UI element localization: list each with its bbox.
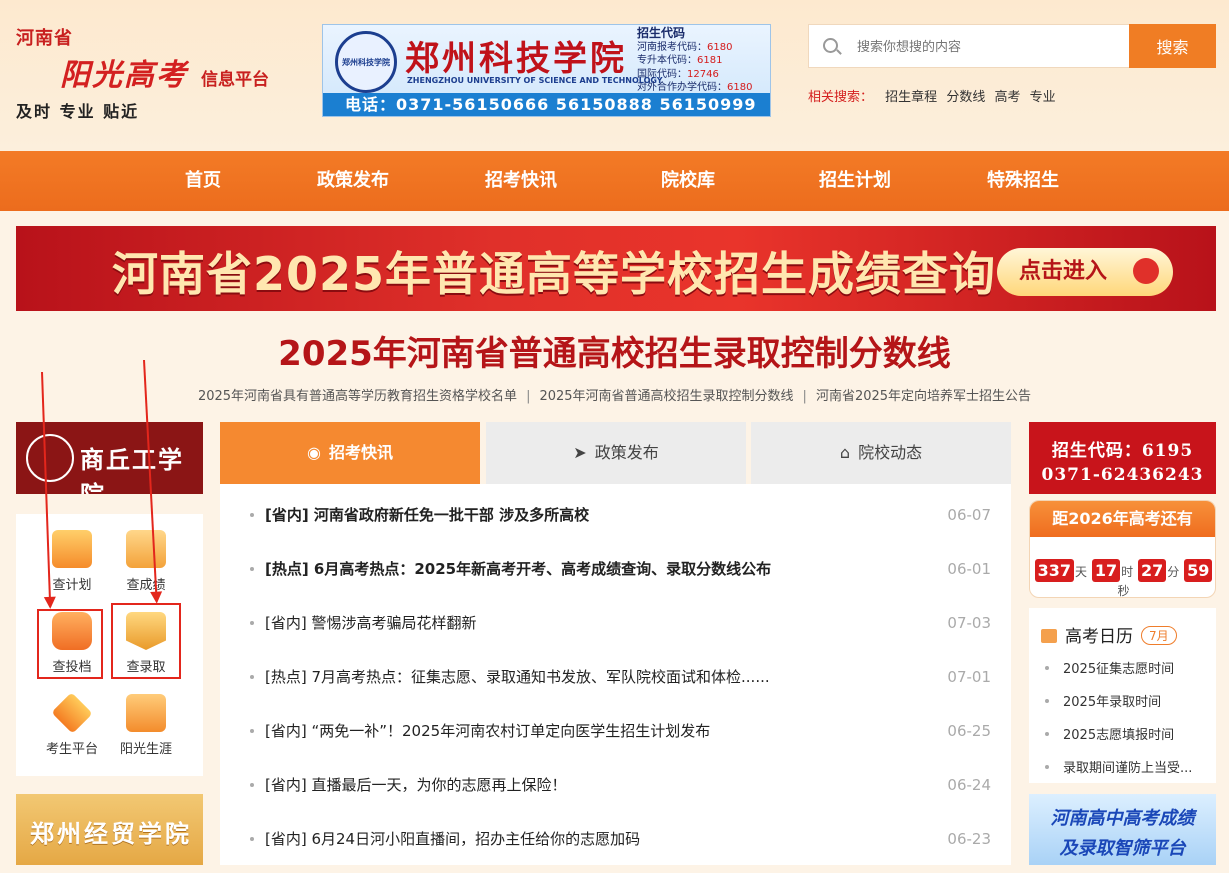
calendar-item[interactable]: 2025志愿填报时间	[1045, 724, 1215, 743]
ad-code-row: 专升本代码：6181	[637, 55, 723, 66]
site-logo[interactable]: 河南省 阳光高考 信息平台 及时 专业 贴近	[16, 20, 296, 130]
ad-codes-title: 招生代码	[637, 26, 686, 40]
list-item[interactable]: [热点] 7月高考热点：征集志愿、录取通知书发放、军队院校面试和体检......…	[220, 650, 1011, 704]
nav-item-policy[interactable]: 政策发布	[303, 151, 403, 211]
ad-zzjm-name: 郑州经贸学院	[30, 819, 192, 848]
score-icon	[126, 530, 166, 568]
tool-sunshine-career[interactable]: 阳光生涯	[109, 684, 183, 757]
related-keyword[interactable]: 高考	[994, 90, 1020, 105]
ad-school-english: ZHENGZHOU UNIVERSITY OF SCIENCE AND TECH…	[407, 76, 663, 85]
pointer-hand-icon	[1133, 258, 1159, 284]
location-icon: ◉	[307, 443, 321, 462]
countdown-seconds: 59	[1184, 559, 1213, 582]
tool-check-score[interactable]: 查成绩	[109, 520, 183, 593]
ad-code-line: 招生代码：6195	[1051, 441, 1194, 461]
bullet-icon	[250, 675, 254, 679]
list-item[interactable]: [省内] 直播最后一天，为你的志愿再上保险！ 06-24	[220, 758, 1011, 812]
banner-text: 河南省2025年普通高等学校招生成绩查询	[112, 247, 997, 301]
nav-item-plan[interactable]: 招生计划	[805, 151, 905, 211]
ad-banner-zzust[interactable]: 郑州科技学院 郑州科技学院 ZHENGZHOU UNIVERSITY OF SC…	[322, 24, 771, 117]
ad-sqit-name: 商丘工学院	[80, 445, 184, 494]
ad-code-row: 国际代码：12746	[637, 68, 719, 80]
logo-province: 河南省	[16, 28, 73, 49]
nav-item-colleges[interactable]: 院校库	[648, 151, 728, 211]
nav-item-news[interactable]: 招考快讯	[471, 151, 571, 211]
ad-school-name: 郑州科技学院	[405, 39, 627, 79]
news-list: [省内] 河南省政府新任免一批干部 涉及多所高校 06-07 [热点] 6月高考…	[220, 484, 1011, 865]
book-icon	[126, 694, 166, 732]
banner-enter-button[interactable]: 点击进入	[997, 248, 1173, 296]
sub-link[interactable]: 2025年河南省普通高校招生录取控制分数线	[539, 389, 793, 404]
calendar-item[interactable]: 2025年录取时间	[1045, 691, 1215, 710]
calendar-month-badge: 7月	[1141, 626, 1177, 645]
chart-icon	[52, 530, 92, 568]
sub-link[interactable]: 河南省2025年定向培养军士招生公告	[816, 389, 1031, 404]
send-icon: ➤	[573, 443, 587, 462]
ad-score-platform[interactable]: 河南高中高考成绩 及录取智筛平台	[1029, 794, 1216, 865]
search-button[interactable]: 搜索	[1129, 24, 1216, 68]
logo-main-text: 阳光高考	[60, 58, 188, 93]
highlight-box	[111, 603, 181, 679]
sub-link[interactable]: 2025年河南省具有普通高等学历教育招生资格学校名单	[198, 389, 517, 404]
calendar-title: 高考日历 7月	[1041, 622, 1177, 647]
book-icon	[1041, 629, 1057, 643]
bullet-icon	[250, 729, 254, 733]
related-keyword[interactable]: 专业	[1030, 90, 1056, 105]
tab-college-news[interactable]: ⌂ 院校动态	[751, 422, 1011, 484]
bullet-icon	[250, 837, 254, 841]
logo-sub-text: 信息平台	[201, 70, 269, 90]
exam-countdown: 距2026年高考还有 337 天 17 时 27 分 59秒	[1029, 500, 1216, 598]
countdown-minutes: 27	[1137, 559, 1167, 582]
countdown-values: 337 天 17 时 27 分 59秒	[1030, 559, 1215, 597]
bullet-icon	[250, 783, 254, 787]
ad-phone: 电话：0371-56150666 56150888 56150999	[323, 93, 770, 116]
main-nav: 首页 政策发布 招考快讯 院校库 招生计划 特殊招生	[0, 151, 1229, 211]
related-keyword[interactable]: 分数线	[946, 90, 985, 105]
related-keyword[interactable]: 招生章程	[885, 90, 937, 105]
bullet-icon	[250, 567, 254, 571]
calendar-item[interactable]: 2025征集志愿时间	[1045, 658, 1215, 677]
countdown-title: 距2026年高考还有	[1030, 501, 1215, 537]
countdown-days: 337	[1034, 559, 1075, 582]
score-query-banner[interactable]: 河南省2025年普通高等学校招生成绩查询 点击进入	[16, 226, 1216, 311]
ad-codes: 招生代码 河南报考代码：6180 专升本代码：6181 国际代码：12746 对…	[637, 26, 769, 95]
list-item[interactable]: [省内] 警惕涉高考骗局花样翻新 07-03	[220, 596, 1011, 650]
site-header: 河南省 阳光高考 信息平台 及时 专业 贴近 郑州科技学院 郑州科技学院 ZHE…	[0, 0, 1229, 151]
layers-icon	[51, 692, 93, 734]
exam-calendar: 高考日历 7月 2025征集志愿时间 2025年录取时间 2025志愿填报时间 录…	[1029, 608, 1216, 783]
nav-item-home[interactable]: 首页	[163, 151, 243, 211]
news-tabs: ◉ 招考快讯 ➤ 政策发布 ⌂ 院校动态	[220, 422, 1011, 484]
ad-enroll-code[interactable]: 招生代码：6195 0371-62436243	[1029, 422, 1216, 494]
ad-code-row: 河南报考代码：6180	[637, 41, 733, 53]
tool-student-platform[interactable]: 考生平台	[35, 684, 109, 757]
school-logo-icon	[26, 434, 74, 482]
bullet-icon	[250, 621, 254, 625]
highlight-box	[37, 609, 103, 679]
headline-link[interactable]: 2025年河南省普通高校招生录取控制分数线	[0, 326, 1229, 375]
building-icon: ⌂	[839, 443, 851, 462]
bullet-icon	[250, 513, 254, 517]
related-search: 相关搜索： 招生章程 分数线 高考 专业	[808, 86, 1061, 105]
tab-policy[interactable]: ➤ 政策发布	[486, 422, 746, 484]
logo-slogan: 及时 专业 贴近	[16, 102, 140, 121]
list-item[interactable]: [省内] 河南省政府新任免一批干部 涉及多所高校 06-07	[220, 488, 1011, 542]
search-box	[808, 24, 1130, 68]
countdown-hours: 17	[1091, 559, 1121, 582]
list-item[interactable]: [省内] “两免一补”！2025年河南农村订单定向医学生招生计划发布 06-25	[220, 704, 1011, 758]
ad-zzjm[interactable]: 郑州经贸学院	[16, 794, 203, 865]
search-input[interactable]	[857, 35, 1117, 59]
tab-exam-news[interactable]: ◉ 招考快讯	[220, 422, 480, 484]
nav-item-special[interactable]: 特殊招生	[973, 151, 1073, 211]
sub-links: 2025年河南省具有普通高等学历教育招生资格学校名单 | 2025年河南省普通高校招…	[197, 389, 1032, 404]
related-search-label: 相关搜索：	[808, 90, 874, 105]
list-item[interactable]: [热点] 6月高考热点：2025年新高考开考、高考成绩查询、录取分数线公布 06…	[220, 542, 1011, 596]
list-item[interactable]: [省内] 6月24日河小阳直播间，招办主任给你的志愿加码 06-23	[220, 812, 1011, 866]
calendar-item[interactable]: 录取期间谨防上当受...	[1045, 757, 1215, 776]
ad-phone-line: 0371-62436243	[1041, 465, 1204, 485]
school-seal-icon: 郑州科技学院	[335, 31, 397, 93]
search-icon	[823, 38, 838, 53]
